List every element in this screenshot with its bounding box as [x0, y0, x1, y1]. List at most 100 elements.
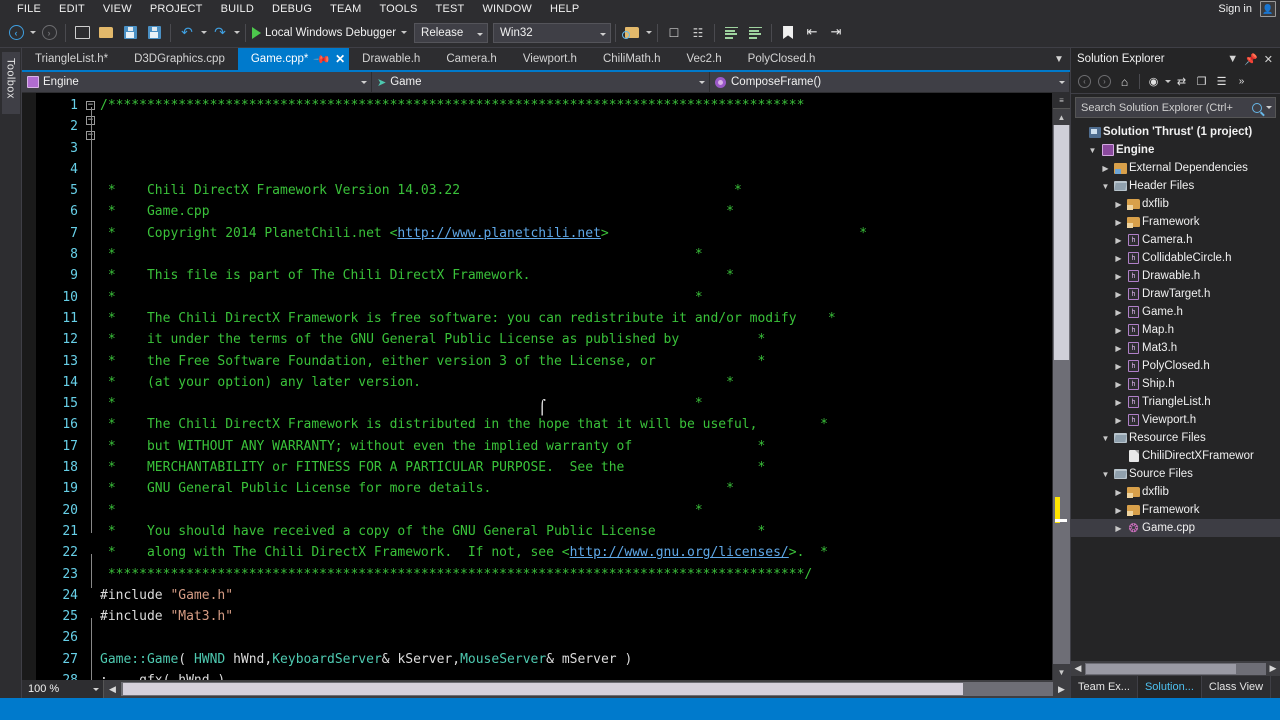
collapse-arrow-icon[interactable]: ▼: [1099, 470, 1112, 479]
fold-cell[interactable]: −: [84, 131, 100, 140]
expand-arrow-icon[interactable]: ▶: [1112, 380, 1125, 389]
code-line[interactable]: * MERCHANTABILITY or FITNESS FOR A PARTI…: [100, 457, 1052, 478]
home-icon[interactable]: ⌂: [1115, 72, 1134, 91]
account-icon[interactable]: 👤: [1260, 1, 1276, 17]
overflow-icon[interactable]: »: [1232, 72, 1251, 91]
tree-item-drawable-h[interactable]: ▶ h Drawable.h: [1071, 267, 1280, 285]
tab-team-explorer[interactable]: Team Ex...: [1071, 676, 1138, 698]
tree-item-trianglelist-h[interactable]: ▶ h TriangleList.h: [1071, 393, 1280, 411]
tree-item-framework[interactable]: ▶ Framework: [1071, 213, 1280, 231]
tree-item-collidablecircle-h[interactable]: ▶ h CollidableCircle.h: [1071, 249, 1280, 267]
solution-explorer-horizontal-scrollbar[interactable]: ◀ ▶: [1071, 661, 1280, 676]
expand-arrow-icon[interactable]: ▶: [1112, 398, 1125, 407]
sign-in-button[interactable]: Sign in: [1210, 0, 1260, 18]
code-line[interactable]: * along with The Chili DirectX Framework…: [100, 542, 1052, 563]
tree-item-dxflib[interactable]: ▶ dxflib: [1071, 483, 1280, 501]
previous-bookmark-icon[interactable]: ⇤: [801, 22, 823, 44]
code-folding-margin[interactable]: − − −: [84, 93, 100, 680]
menu-item-help[interactable]: HELP: [541, 0, 589, 18]
fold-cell[interactable]: −: [84, 101, 100, 110]
solution-platform-combo[interactable]: Win32: [493, 22, 612, 43]
scroll-thumb[interactable]: [1054, 125, 1069, 360]
pending-changes-icon[interactable]: ◉: [1144, 72, 1163, 91]
tree-item-polyclosed-h[interactable]: ▶ h PolyClosed.h: [1071, 357, 1280, 375]
tab-d3dgraphics-cpp[interactable]: D3DGraphics.cpp: [121, 48, 238, 70]
code-line[interactable]: * Chili DirectX Framework Version 14.03.…: [100, 180, 1052, 201]
tree-item-viewport-h[interactable]: ▶ h Viewport.h: [1071, 411, 1280, 429]
tree-item-source-files[interactable]: ▼ Source Files: [1071, 465, 1280, 483]
code-line[interactable]: * (at your option) any later version. *: [100, 372, 1052, 393]
menu-item-debug[interactable]: DEBUG: [263, 0, 321, 18]
split-view-handle[interactable]: ≡: [1053, 93, 1070, 109]
back-icon[interactable]: ‹: [1075, 72, 1094, 91]
code-line[interactable]: * GNU General Public License for more de…: [100, 478, 1052, 499]
tree-item-chilidirectxframewor[interactable]: ChiliDirectXFramewor: [1071, 447, 1280, 465]
code-line[interactable]: * it under the terms of the GNU General …: [100, 329, 1052, 350]
scroll-thumb[interactable]: [1086, 663, 1236, 674]
expand-arrow-icon[interactable]: ▶: [1112, 290, 1125, 299]
fold-cell[interactable]: −: [84, 116, 100, 125]
scroll-right-arrow-icon[interactable]: ▶: [1266, 663, 1280, 674]
tab-chilimath-h[interactable]: ChiliMath.h: [589, 48, 674, 70]
code-text[interactable]: /***************************************…: [100, 93, 1052, 680]
search-icon[interactable]: [1252, 102, 1262, 113]
solution-explorer-tree[interactable]: Solution 'Thrust' (1 project) ▼ Engine ▶ Ext…: [1071, 121, 1280, 661]
code-line[interactable]: Game::Game( HWND hWnd,KeyboardServer& kS…: [100, 649, 1052, 670]
tree-item-game-cpp[interactable]: ▶ ❂ Game.cpp: [1071, 519, 1280, 537]
redo-icon[interactable]: ↷: [209, 22, 231, 44]
navigate-forward-icon[interactable]: ›: [38, 22, 60, 44]
navigate-backward-dropdown-icon[interactable]: [28, 22, 37, 44]
close-icon[interactable]: ✕: [335, 52, 345, 66]
scroll-right-arrow-icon[interactable]: ▶: [1053, 684, 1070, 695]
code-line[interactable]: * the Free Software Foundation, either v…: [100, 351, 1052, 372]
forward-icon[interactable]: ›: [1095, 72, 1114, 91]
save-icon[interactable]: [119, 22, 141, 44]
menu-item-team[interactable]: TEAM: [321, 0, 370, 18]
scroll-left-arrow-icon[interactable]: ◀: [1071, 663, 1085, 674]
properties-icon[interactable]: ☰: [1212, 72, 1231, 91]
pin-icon[interactable]: 📌: [313, 50, 332, 68]
tab-polyclosed-h[interactable]: PolyClosed.h: [734, 48, 829, 70]
tree-item-header-files[interactable]: ▼ Header Files: [1071, 177, 1280, 195]
uncomment-lines-icon[interactable]: [744, 22, 766, 44]
expand-arrow-icon[interactable]: ▶: [1112, 344, 1125, 353]
open-file-icon[interactable]: [95, 22, 117, 44]
undo-icon[interactable]: ↶: [176, 22, 198, 44]
scroll-track[interactable]: [1053, 125, 1070, 664]
code-line[interactable]: * This file is part of The Chili DirectX…: [100, 265, 1052, 286]
code-line[interactable]: ****************************************…: [100, 564, 1052, 585]
code-line[interactable]: * but WITHOUT ANY WARRANTY; without even…: [100, 436, 1052, 457]
collapse-arrow-icon[interactable]: ▼: [1099, 182, 1112, 191]
expand-arrow-icon[interactable]: ▶: [1112, 506, 1125, 515]
tab-viewport-h[interactable]: Viewport.h: [509, 48, 590, 70]
horizontal-scroll-thumb[interactable]: [123, 683, 963, 695]
tab-drawable-h[interactable]: Drawable.h: [349, 48, 434, 70]
menu-item-build[interactable]: BUILD: [212, 0, 263, 18]
scroll-up-arrow-icon[interactable]: ▲: [1053, 109, 1070, 125]
expand-arrow-icon[interactable]: ▶: [1112, 308, 1125, 317]
code-line[interactable]: [100, 627, 1052, 648]
pending-changes-dropdown-icon[interactable]: [1164, 72, 1172, 91]
editor-indicator-margin[interactable]: [22, 93, 36, 680]
tree-item-drawtarget-h[interactable]: ▶ h DrawTarget.h: [1071, 285, 1280, 303]
editor-vertical-scrollbar[interactable]: ≡ ▲ ▼: [1052, 93, 1070, 680]
tree-item-dxflib[interactable]: ▶ dxflib: [1071, 195, 1280, 213]
tab-trianglelist-h[interactable]: TriangleList.h*: [22, 48, 122, 70]
scroll-track[interactable]: [1085, 662, 1266, 675]
code-line[interactable]: * The Chili DirectX Framework is free so…: [100, 308, 1052, 329]
code-line[interactable]: * *: [100, 244, 1052, 265]
expand-arrow-icon[interactable]: ▶: [1099, 164, 1112, 173]
tree-item-engine[interactable]: ▼ Engine: [1071, 141, 1280, 159]
expand-arrow-icon[interactable]: ▶: [1112, 362, 1125, 371]
tab-solution-explorer[interactable]: Solution...: [1137, 676, 1202, 698]
comment-lines-icon[interactable]: [720, 22, 742, 44]
chevron-down-icon[interactable]: ▼: [1224, 53, 1241, 65]
tree-item-solution-thrust-1-project[interactable]: Solution 'Thrust' (1 project): [1071, 123, 1280, 141]
tab-vec2-h[interactable]: Vec2.h: [673, 48, 735, 70]
close-icon[interactable]: ✕: [1261, 53, 1276, 66]
code-line[interactable]: #include "Game.h": [100, 585, 1052, 606]
expand-arrow-icon[interactable]: ▶: [1112, 200, 1125, 209]
collapse-arrow-icon[interactable]: ▼: [1086, 146, 1099, 155]
scroll-left-arrow-icon[interactable]: ◀: [104, 684, 121, 695]
tab-game-cpp[interactable]: Game.cpp* 📌 ✕: [237, 48, 350, 70]
